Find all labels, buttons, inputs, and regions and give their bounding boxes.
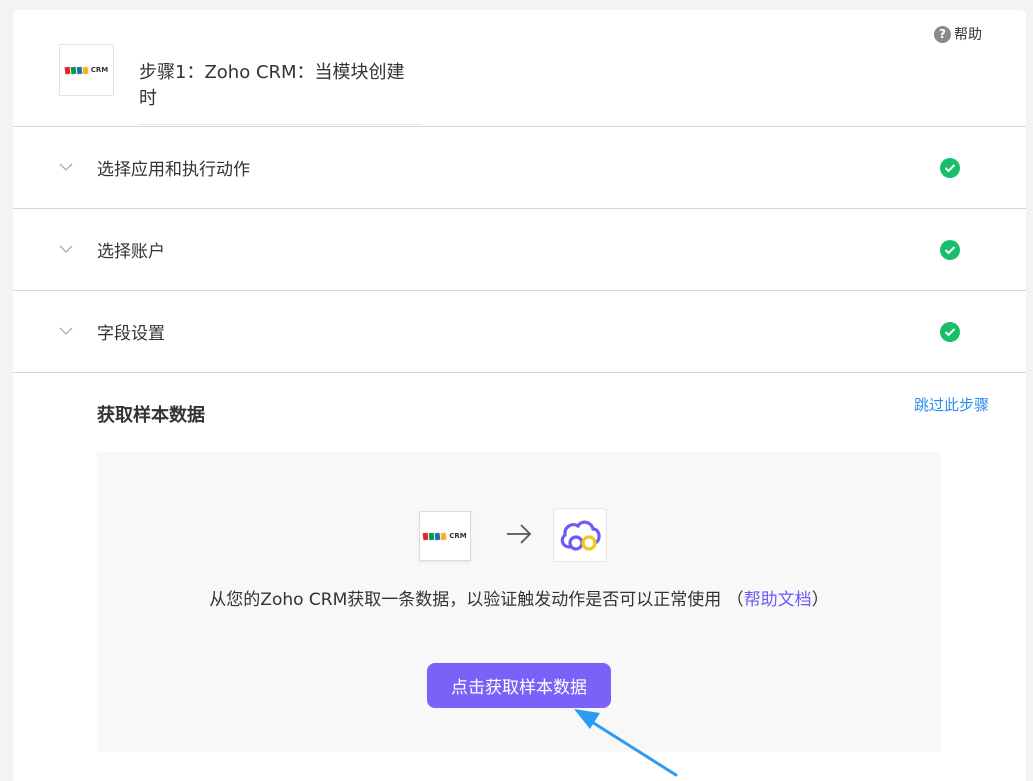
fetch-sample-data-button[interactable]: 点击获取样本数据 (427, 663, 611, 708)
help-link[interactable]: ? 帮助 (934, 24, 982, 44)
skip-step-link[interactable]: 跳过此步骤 (914, 394, 989, 415)
paren-close: ） (811, 590, 829, 610)
section-label: 选择应用和执行动作 (97, 160, 250, 180)
check-circle-icon (940, 239, 960, 260)
section-field-settings[interactable]: 字段设置 (13, 290, 1026, 372)
sample-panel: CRM 从您的Zoho CRM获取一条数据，以验证触发动作是否可以正常使用 （帮… (97, 452, 941, 752)
section-label: 选择账户 (97, 242, 165, 262)
section-label: 字段设置 (97, 324, 165, 344)
cloud-icon (560, 520, 601, 551)
arrow-right-icon (507, 524, 532, 544)
description-text: 从您的Zoho CRM获取一条数据，以验证触发动作是否可以正常使用 (209, 590, 722, 610)
step-card: ? 帮助 CRM 步骤1：Zoho CRM：当模块创建时 选择应用和执行动作 选… (13, 10, 1026, 781)
cloud-app-logo (553, 508, 607, 562)
sample-description: 从您的Zoho CRM获取一条数据，以验证触发动作是否可以正常使用 （帮助文档） (97, 585, 941, 610)
question-icon: ? (934, 25, 951, 43)
chevron-down-icon (59, 163, 73, 171)
check-circle-icon (940, 157, 960, 178)
chevron-down-icon (59, 327, 73, 335)
section-select-account[interactable]: 选择账户 (13, 208, 1026, 290)
divider (13, 372, 1026, 373)
check-circle-icon (940, 321, 960, 342)
help-doc-link[interactable]: 帮助文档 (744, 590, 812, 610)
sample-section-title: 获取样本数据 (97, 405, 205, 426)
help-label: 帮助 (954, 27, 982, 43)
section-select-app[interactable]: 选择应用和执行动作 (13, 126, 1026, 208)
zoho-crm-logo: CRM (59, 44, 114, 96)
paren-open: （ (721, 590, 744, 610)
source-app-logo: CRM (419, 511, 471, 561)
step-title[interactable]: 步骤1：Zoho CRM：当模块创建时 (139, 58, 421, 125)
logo-text: CRM (90, 66, 109, 74)
logo-text: CRM (449, 532, 467, 540)
pointer-arrow-icon (574, 709, 678, 777)
chevron-down-icon (59, 245, 73, 253)
